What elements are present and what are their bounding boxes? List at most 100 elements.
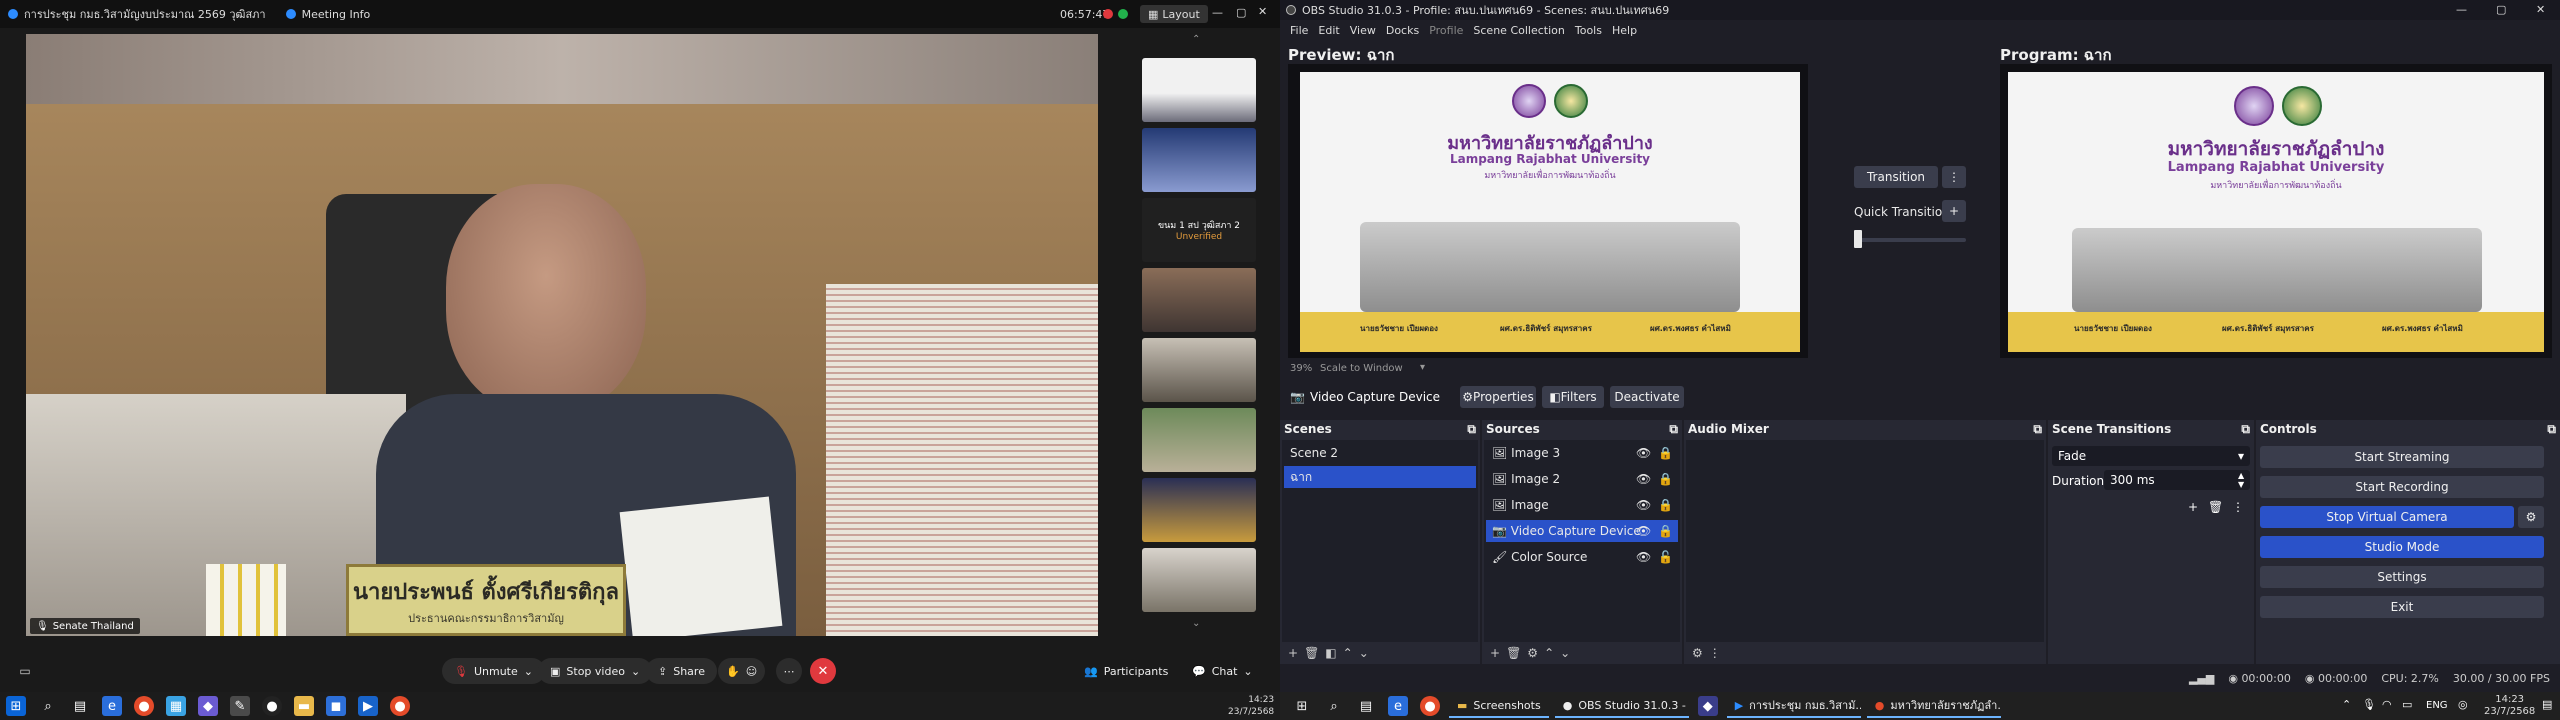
windows-start-icon[interactable]: ⊞ xyxy=(1292,696,1312,716)
more-options-button[interactable]: ⋯ xyxy=(776,658,802,684)
trash-icon[interactable]: 🗑 xyxy=(2208,500,2223,514)
participants-button[interactable]: 👥 Participants xyxy=(1072,658,1180,684)
source-item[interactable]: 🖼 Image 2 👁 🔒 xyxy=(1486,468,1678,490)
unmute-button[interactable]: 🎙 Unmute ⌄ xyxy=(442,658,545,684)
search-icon[interactable]: ⌕ xyxy=(1324,696,1344,716)
filters-button[interactable]: ◧ Filters xyxy=(1542,386,1604,408)
minimize-icon[interactable]: — xyxy=(1212,6,1223,19)
taskbar-app-screenshots[interactable]: ▬ Screenshots xyxy=(1449,694,1549,718)
transition-slider-handle[interactable] xyxy=(1854,230,1862,248)
stop-video-button[interactable]: ▣ Stop video ⌄ xyxy=(538,658,653,684)
taskbar-app-meeting[interactable]: ▶ การประชุม กมธ.วิสามั... xyxy=(1726,694,1861,718)
participant-thumbnail[interactable]: ขนม 1 สป วุฒิสภา 2 Unverified xyxy=(1142,198,1256,262)
spinner-icon[interactable]: ▲ ▼ xyxy=(2238,471,2244,489)
participant-thumbnail[interactable] xyxy=(1142,408,1256,472)
visibility-eye-icon[interactable]: 👁 xyxy=(1636,524,1651,538)
taskbar-app-chrome[interactable]: ● มหาวิทยาลัยราชภัฏลำ... xyxy=(1866,694,2001,718)
close-icon[interactable]: ✕ xyxy=(1258,5,1267,18)
reactions-button[interactable]: ✋ ☺ xyxy=(718,658,766,684)
task-view-icon[interactable]: ▤ xyxy=(1356,696,1376,716)
dock-undock-icon[interactable]: ⧉ xyxy=(2547,422,2556,437)
input-language[interactable]: ENG xyxy=(2426,700,2448,711)
chrome-icon[interactable]: ● xyxy=(1420,696,1440,716)
leave-meeting-button[interactable]: ✕ xyxy=(810,658,836,684)
app-icon[interactable]: ✎ xyxy=(230,696,250,716)
virtual-camera-settings-button[interactable]: ⚙ xyxy=(2518,506,2544,528)
lock-icon[interactable]: 🔒 xyxy=(1658,498,1673,512)
menu-view[interactable]: View xyxy=(1350,24,1376,37)
arrow-down-icon[interactable]: ⌄ xyxy=(1560,646,1570,660)
dock-undock-icon[interactable]: ⧉ xyxy=(1467,422,1476,437)
source-item[interactable]: 🖼 Image 3 👁 🔒 xyxy=(1486,442,1678,464)
tray-overflow-icon[interactable]: ⌃ xyxy=(2342,698,2351,711)
trash-icon[interactable]: 🗑 xyxy=(1304,646,1319,660)
gear-icon[interactable]: ⚙ xyxy=(1692,646,1703,660)
filter-icon[interactable]: ◧ xyxy=(1325,646,1336,660)
visibility-eye-icon[interactable]: 👁 xyxy=(1636,472,1651,486)
more-vertical-icon[interactable]: ⋮ xyxy=(2232,500,2244,514)
trash-icon[interactable]: 🗑 xyxy=(1506,646,1521,660)
plus-icon[interactable]: + xyxy=(1490,646,1500,660)
visibility-eye-icon[interactable]: 👁 xyxy=(1636,550,1651,564)
dock-undock-icon[interactable]: ⧉ xyxy=(1669,422,1678,437)
menu-docks[interactable]: Docks xyxy=(1386,24,1419,37)
participant-thumbnail[interactable] xyxy=(1142,338,1256,402)
arrow-up-icon[interactable]: ⌃ xyxy=(1343,646,1353,660)
lock-icon[interactable]: 🔒 xyxy=(1658,446,1673,460)
deactivate-button[interactable]: Deactivate xyxy=(1610,386,1684,408)
start-recording-button[interactable]: Start Recording xyxy=(2260,476,2544,498)
settings-button[interactable]: Settings xyxy=(2260,566,2544,588)
dock-undock-icon[interactable]: ⧉ xyxy=(2241,422,2250,437)
participant-thumbnail[interactable] xyxy=(1142,128,1256,192)
plus-icon[interactable]: + xyxy=(2188,500,2198,514)
obs-icon[interactable]: ● xyxy=(262,696,282,716)
participant-thumbnail[interactable] xyxy=(1142,548,1256,612)
arrow-down-icon[interactable]: ⌄ xyxy=(1359,646,1369,660)
duration-input[interactable]: 300 ms ▲ ▼ xyxy=(2104,470,2250,490)
edge-browser-icon[interactable]: e xyxy=(102,696,122,716)
edge-browser-icon[interactable]: e xyxy=(1388,696,1408,716)
participant-thumbnail[interactable] xyxy=(1142,478,1256,542)
lock-icon[interactable]: 🔒 xyxy=(1658,472,1673,486)
source-item[interactable]: 📷 Video Capture Device 👁 🔒 xyxy=(1486,520,1678,542)
app-icon[interactable]: ◆ xyxy=(198,696,218,716)
transition-menu-button[interactable]: ⋮ xyxy=(1942,166,1966,188)
properties-button[interactable]: ⚙ Properties xyxy=(1460,386,1536,408)
mic-icon[interactable]: 🎙 xyxy=(2362,698,2376,711)
app-icon[interactable]: ◼ xyxy=(326,696,346,716)
preview-canvas[interactable]: มหาวิทยาลัยราชภัฏลำปาง Lampang Rajabhat … xyxy=(1288,64,1808,358)
unlock-icon[interactable]: 🔓 xyxy=(1658,550,1673,564)
gear-icon[interactable]: ⚙ xyxy=(1527,646,1538,660)
more-vertical-icon[interactable]: ⋮ xyxy=(1709,646,1721,660)
dock-undock-icon[interactable]: ⧉ xyxy=(2033,422,2042,437)
source-item[interactable]: 🖌 Color Source 👁 🔓 xyxy=(1486,546,1678,568)
menu-help[interactable]: Help xyxy=(1612,24,1637,37)
scroll-up-icon[interactable]: ⌃ xyxy=(1192,34,1200,45)
visibility-eye-icon[interactable]: 👁 xyxy=(1636,498,1651,512)
windows-start-icon[interactable]: ⊞ xyxy=(6,696,26,716)
source-item[interactable]: 🖼 Image 👁 🔒 xyxy=(1486,494,1678,516)
maximize-icon[interactable]: ▢ xyxy=(2496,3,2506,16)
plus-icon[interactable]: + xyxy=(1288,646,1298,660)
visibility-eye-icon[interactable]: 👁 xyxy=(1636,446,1651,460)
studio-mode-button[interactable]: Studio Mode xyxy=(2260,536,2544,558)
start-streaming-button[interactable]: Start Streaming xyxy=(2260,446,2544,468)
add-quick-transition-button[interactable]: + xyxy=(1942,200,1966,222)
menu-file[interactable]: File xyxy=(1290,24,1308,37)
maximize-icon[interactable]: ▢ xyxy=(1236,6,1246,19)
chrome-icon[interactable]: ● xyxy=(390,696,410,716)
arrow-up-icon[interactable]: ⌃ xyxy=(1544,646,1554,660)
scroll-down-icon[interactable]: ⌄ xyxy=(1192,618,1200,629)
globe-icon[interactable]: ◎ xyxy=(2458,698,2468,711)
transition-button[interactable]: Transition xyxy=(1854,166,1938,188)
minimize-icon[interactable]: — xyxy=(2456,3,2467,16)
transition-slider[interactable] xyxy=(1854,238,1966,242)
share-button[interactable]: ⇪ Share xyxy=(646,658,717,684)
store-icon[interactable]: ▦ xyxy=(166,696,186,716)
taskbar-app-obs[interactable]: ● OBS Studio 31.0.3 - ... xyxy=(1554,694,1689,718)
folder-icon[interactable]: ▬ xyxy=(294,696,314,716)
captions-icon[interactable]: ▭ xyxy=(16,662,34,680)
menu-edit[interactable]: Edit xyxy=(1318,24,1339,37)
exit-button[interactable]: Exit xyxy=(2260,596,2544,618)
notification-icon[interactable]: ▤ xyxy=(2542,698,2552,711)
